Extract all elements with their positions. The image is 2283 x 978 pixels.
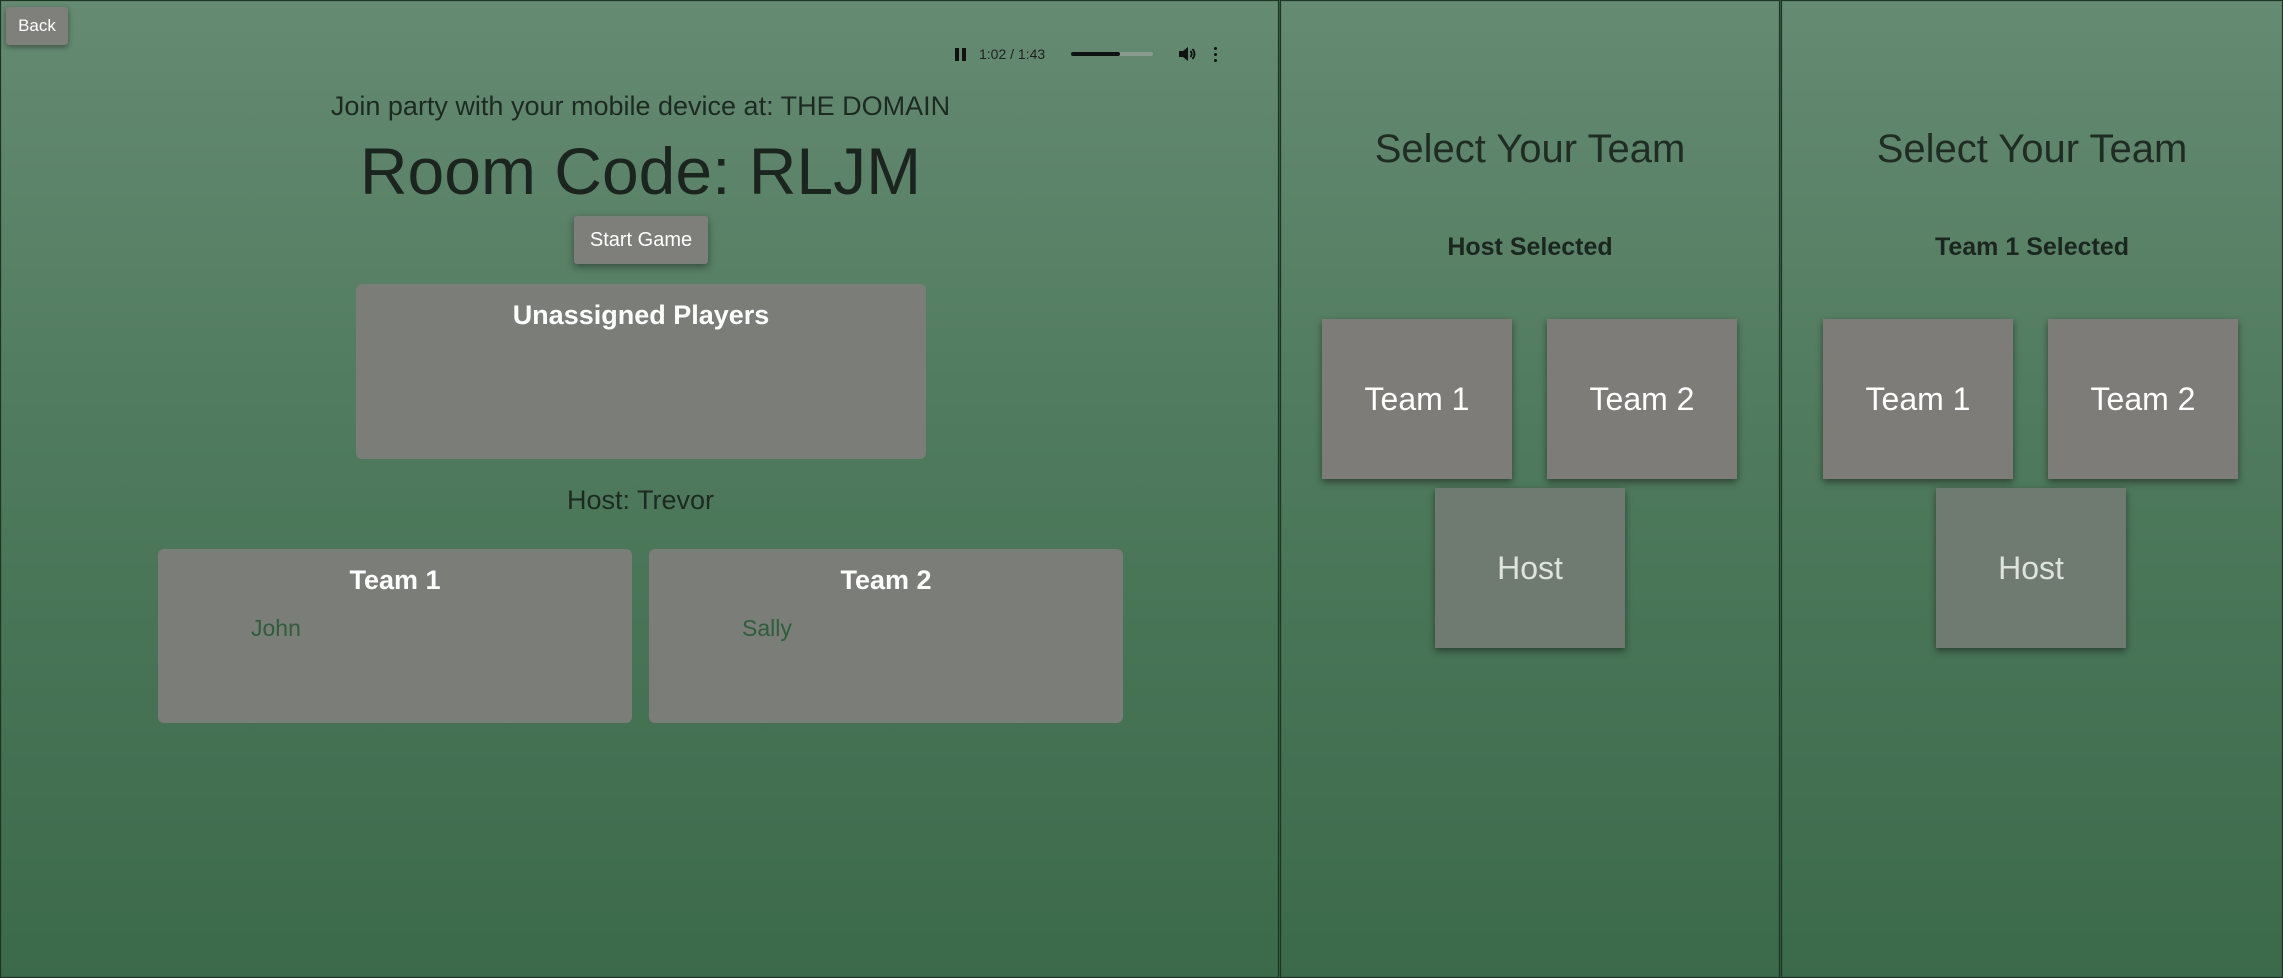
team-2-button[interactable]: Team 2 [1547, 319, 1737, 479]
unassigned-players-title: Unassigned Players [512, 300, 770, 330]
host-button[interactable]: Host [1936, 488, 2126, 648]
team-1-title: Team 1 [349, 565, 441, 595]
host-screen: Back 1:02 / 1:43 Join party with your mo… [0, 0, 1279, 978]
room-code: Room Code: RLJM [359, 134, 922, 208]
back-button[interactable]: Back [6, 7, 68, 45]
audio-progress-fill [1071, 52, 1121, 56]
team-1-button[interactable]: Team 1 [1322, 319, 1512, 479]
selection-status: Host Selected [1447, 233, 1613, 261]
team-2-player: Sally [742, 615, 792, 641]
select-team-title: Select Your Team [1876, 127, 2188, 171]
team-1-player: John [251, 615, 301, 641]
phone-screen-team-1: Select Your Team Team 1 Selected Team 1 … [1781, 0, 2283, 978]
unassigned-players-box: Unassigned Players [356, 284, 926, 459]
team-1-box: Team 1 John [158, 549, 632, 723]
team-2-box: Team 2 Sally [649, 549, 1123, 723]
phone-screen-host: Select Your Team Host Selected Team 1 Te… [1280, 0, 1780, 978]
selection-status: Team 1 Selected [1934, 233, 2130, 261]
more-options-icon[interactable] [1207, 44, 1223, 64]
team-1-button[interactable]: Team 1 [1823, 319, 2013, 479]
volume-icon[interactable] [1177, 44, 1197, 64]
audio-player: 1:02 / 1:43 [949, 39, 1223, 69]
audio-time: 1:02 / 1:43 [979, 46, 1046, 62]
audio-progress-slider[interactable] [1071, 52, 1153, 56]
pause-icon[interactable] [949, 44, 971, 64]
team-2-title: Team 2 [840, 565, 932, 595]
join-instructions: Join party with your mobile device at: T… [330, 91, 951, 121]
select-team-title: Select Your Team [1374, 127, 1686, 171]
host-name: Host: Trevor [566, 485, 715, 515]
start-game-button[interactable]: Start Game [574, 216, 708, 264]
team-2-button[interactable]: Team 2 [2048, 319, 2238, 479]
host-button[interactable]: Host [1435, 488, 1625, 648]
